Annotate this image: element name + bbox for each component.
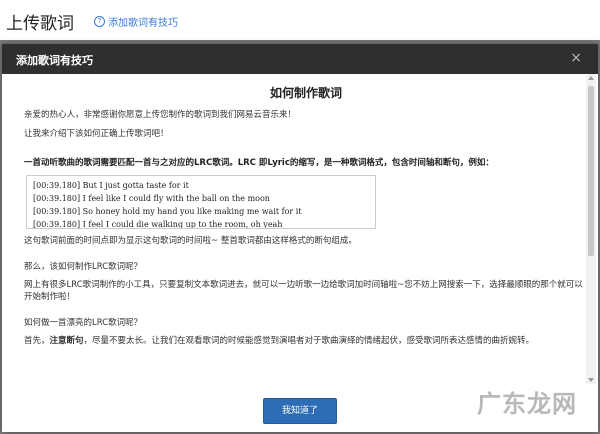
lrc-line: [00:39.180] I feel like I could fly with…	[33, 194, 270, 203]
watermark-logo: 广东龙网	[477, 389, 577, 418]
question-1: 那么，该如何制作LRC歌词呢？	[24, 262, 143, 272]
question-icon: ?	[94, 16, 105, 27]
intro-text-1: 亲爱的热心人，非常感谢你愿意上传您制作的歌词到我们网易云音乐来！	[24, 110, 297, 120]
help-link[interactable]: ? 添加歌词有技巧	[94, 14, 178, 29]
answer-2-prefix: 首先，	[24, 336, 50, 346]
lrc-line: [00:39.180] I feel I could die walking u…	[33, 220, 283, 229]
answer-2-rest: ，尽量不要太长。让我们在观看歌词的时候能感觉到演唱者对于歌曲演绎的情绪起伏，感受…	[83, 336, 535, 346]
dialog-header: 添加歌词有技巧 ×	[2, 44, 598, 74]
lrc-line: [00:39.180] But I just gotta taste for i…	[33, 181, 189, 190]
scroll-thumb[interactable]	[588, 86, 594, 256]
got-it-button[interactable]: 我知道了	[263, 398, 337, 424]
dialog-content[interactable]: 如何制作歌词 亲爱的热心人，非常感谢你愿意上传您制作的歌词到我们网易云音乐来！ …	[2, 74, 588, 384]
help-link-label: 添加歌词有技巧	[108, 18, 178, 29]
question-2: 如何做一首漂亮的LRC歌词呢？	[24, 318, 143, 328]
answer-1: 网上有很多LRC歌词制作的小工具，只要复制文本歌词进去，就可以一边听歌一边给歌词…	[24, 280, 583, 302]
answer-2-emphasis: 注意断句	[49, 336, 84, 346]
page-title: 上传歌词	[6, 14, 74, 34]
intro-text-2: 让我来介绍下该如何正确上传歌词吧！	[24, 129, 169, 139]
close-icon[interactable]: ×	[570, 50, 582, 66]
lrc-definition: 一首动听歌曲的歌词需要匹配一首与之对应的LRC歌词。LRC 即Lyric的缩写，…	[24, 158, 494, 168]
content-scrollbar[interactable]	[586, 74, 596, 384]
lrc-line: [00:39.180] So honey hold my hand you li…	[33, 207, 302, 216]
dialog-title: 添加歌词有技巧	[16, 54, 93, 67]
scroll-down-arrow-icon[interactable]	[588, 378, 594, 382]
scroll-up-arrow-icon[interactable]	[588, 76, 594, 80]
content-heading: 如何制作歌词	[269, 86, 342, 100]
lrc-example-box[interactable]: [00:39.180] But I just gotta taste for i…	[26, 175, 376, 229]
page-header: 上传歌词 ? 添加歌词有技巧	[0, 0, 600, 40]
lrc-note: 这句歌词前面的时间点即为显示这句歌词的时间啦~ 整首歌词都由这样格式的断句组成。	[24, 236, 357, 246]
tips-dialog: 添加歌词有技巧 × 如何制作歌词 亲爱的热心人，非常感谢你愿意上传您制作的歌词到…	[2, 44, 598, 432]
answer-2: 首先，注意断句，尽量不要太长。让我们在观看歌词的时候能感觉到演唱者对于歌曲演绎的…	[24, 335, 588, 347]
